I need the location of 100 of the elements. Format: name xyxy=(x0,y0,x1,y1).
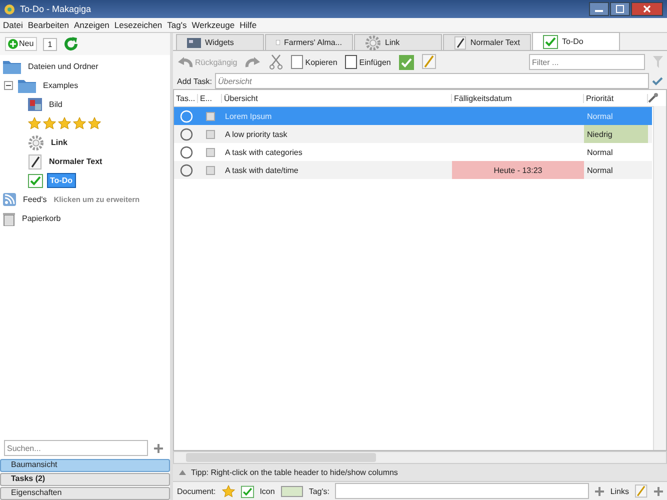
tree-item[interactable]: Link xyxy=(49,136,70,149)
menu-item[interactable]: Datei xyxy=(3,20,23,30)
close-button[interactable] xyxy=(631,2,663,16)
tree-item[interactable]: Examples xyxy=(41,79,80,92)
vertical-scrollbar[interactable] xyxy=(653,106,666,450)
star-icon xyxy=(88,117,101,130)
tab[interactable]: Farmers' Alma... xyxy=(265,34,353,50)
done-checkbox[interactable] xyxy=(206,112,214,120)
task-row[interactable]: A task with categories Normal xyxy=(174,143,652,161)
undo-icon xyxy=(177,56,193,68)
tab[interactable]: Link xyxy=(354,34,442,50)
tip-text: Tipp: Right-click on the table header to hide/show columns xyxy=(191,468,398,477)
collapse-arrow-icon[interactable] xyxy=(179,470,186,475)
priority-cell-text: Normal xyxy=(586,164,614,176)
priority-cell: Niedrig xyxy=(584,125,648,143)
counter-field[interactable]: 1 xyxy=(42,38,58,50)
task-row[interactable]: A task with date/time Heute - 13:23 Normal xyxy=(174,161,652,179)
icon-button[interactable]: Icon xyxy=(260,486,275,496)
checkmark-icon[interactable] xyxy=(398,54,414,70)
widget-icon xyxy=(187,38,201,48)
priority-cell-text: Normal xyxy=(586,110,614,122)
priority-cell-text: Normal xyxy=(586,146,614,158)
tree-item[interactable]: Feed's xyxy=(21,193,49,206)
star-icon xyxy=(43,117,56,130)
tree-item[interactable]: Normaler Text xyxy=(47,155,104,168)
maximize-button[interactable] xyxy=(610,2,630,16)
panel-tab[interactable]: Baumansicht xyxy=(0,459,170,472)
paste-button[interactable]: Einfügen xyxy=(345,55,391,69)
links-button[interactable]: Links xyxy=(610,486,629,496)
star-icon xyxy=(222,484,235,498)
menu-item[interactable]: Lesezeichen xyxy=(114,20,162,30)
status-circle-icon xyxy=(180,164,192,176)
scissors-icon[interactable] xyxy=(269,54,284,70)
checkmark-icon[interactable] xyxy=(652,76,663,86)
wrench-icon[interactable] xyxy=(648,93,658,103)
done-checkbox[interactable] xyxy=(206,166,214,174)
task-summary: Lorem Ipsum xyxy=(224,110,273,123)
plus-icon[interactable] xyxy=(154,444,163,452)
tree-item[interactable]: Bild xyxy=(47,98,64,111)
status-circle-icon xyxy=(180,110,192,122)
expand-toggle[interactable] xyxy=(4,81,13,90)
column-header[interactable]: Priorität xyxy=(584,94,648,102)
panel-tab[interactable]: Tasks (2) xyxy=(0,473,170,486)
pencil-icon[interactable] xyxy=(422,54,437,70)
column-header[interactable]: E... xyxy=(198,94,222,102)
tree-item[interactable]: Papierkorb xyxy=(20,212,63,225)
tab[interactable]: Normaler Text xyxy=(443,34,531,50)
redo-icon[interactable] xyxy=(245,56,262,68)
pencil-icon[interactable] xyxy=(635,484,648,498)
refresh-icon[interactable] xyxy=(63,36,80,52)
feed-icon xyxy=(3,193,16,206)
window-title: To-Do - Makagiga xyxy=(20,4,92,14)
close-icon xyxy=(643,5,651,13)
menu-item[interactable]: Hilfe xyxy=(240,20,257,30)
task-row[interactable]: A low priority task Niedrig xyxy=(174,125,652,143)
search-field[interactable]: Suchen... xyxy=(4,440,148,456)
folder-icon xyxy=(18,78,36,92)
plus-icon xyxy=(8,39,18,49)
panel-tab[interactable]: Eigenschaften xyxy=(0,487,170,500)
gear-icon xyxy=(28,134,44,150)
image-icon xyxy=(28,98,42,111)
add-task-field[interactable]: Übersicht xyxy=(214,73,649,89)
column-header[interactable]: Tas... xyxy=(174,94,198,102)
checkmark-icon[interactable] xyxy=(240,484,254,498)
pencil-icon xyxy=(28,154,42,170)
star-icon xyxy=(58,117,71,130)
done-checkbox[interactable] xyxy=(206,130,214,138)
column-header[interactable]: Fälligkeitsdatum xyxy=(452,94,584,102)
add-task-label: Add Task: xyxy=(177,76,212,86)
task-summary: A low priority task xyxy=(224,128,288,141)
tags-field[interactable] xyxy=(335,483,590,499)
checkmark-icon xyxy=(543,34,558,49)
plus-icon[interactable] xyxy=(595,486,604,496)
status-circle-icon xyxy=(180,146,192,158)
minimize-button[interactable] xyxy=(589,2,609,16)
trash-icon xyxy=(3,212,15,226)
copy-button[interactable]: Kopieren xyxy=(291,55,338,69)
filter-icon[interactable] xyxy=(653,56,663,68)
menu-item[interactable]: Werkzeuge xyxy=(192,20,235,30)
status-circle-icon xyxy=(180,128,192,140)
tab[interactable]: To-Do xyxy=(532,32,620,50)
tree-item[interactable]: Dateien und Ordner xyxy=(26,60,100,73)
tab[interactable]: Widgets xyxy=(176,34,264,50)
new-button[interactable]: Neu xyxy=(5,37,37,51)
star-icon xyxy=(28,117,41,130)
done-checkbox[interactable] xyxy=(206,148,214,156)
menu-item[interactable]: Anzeigen xyxy=(74,20,110,30)
column-header[interactable]: Übersicht xyxy=(222,94,452,102)
folder-icon xyxy=(3,60,21,74)
plus-icon[interactable] xyxy=(654,486,663,496)
filter-field[interactable]: Filter ... xyxy=(529,54,645,70)
paste-icon xyxy=(345,55,358,69)
menu-item[interactable]: Bearbeiten xyxy=(28,20,69,30)
color-swatch[interactable] xyxy=(280,486,303,496)
horizontal-scrollbar[interactable] xyxy=(173,451,667,464)
menu-item[interactable]: Tag's xyxy=(167,20,187,30)
task-summary: A task with date/time xyxy=(224,164,300,176)
task-summary: A task with categories xyxy=(224,146,304,159)
tags-label: Tag's: xyxy=(308,486,330,496)
document-label: Document: xyxy=(177,486,216,496)
